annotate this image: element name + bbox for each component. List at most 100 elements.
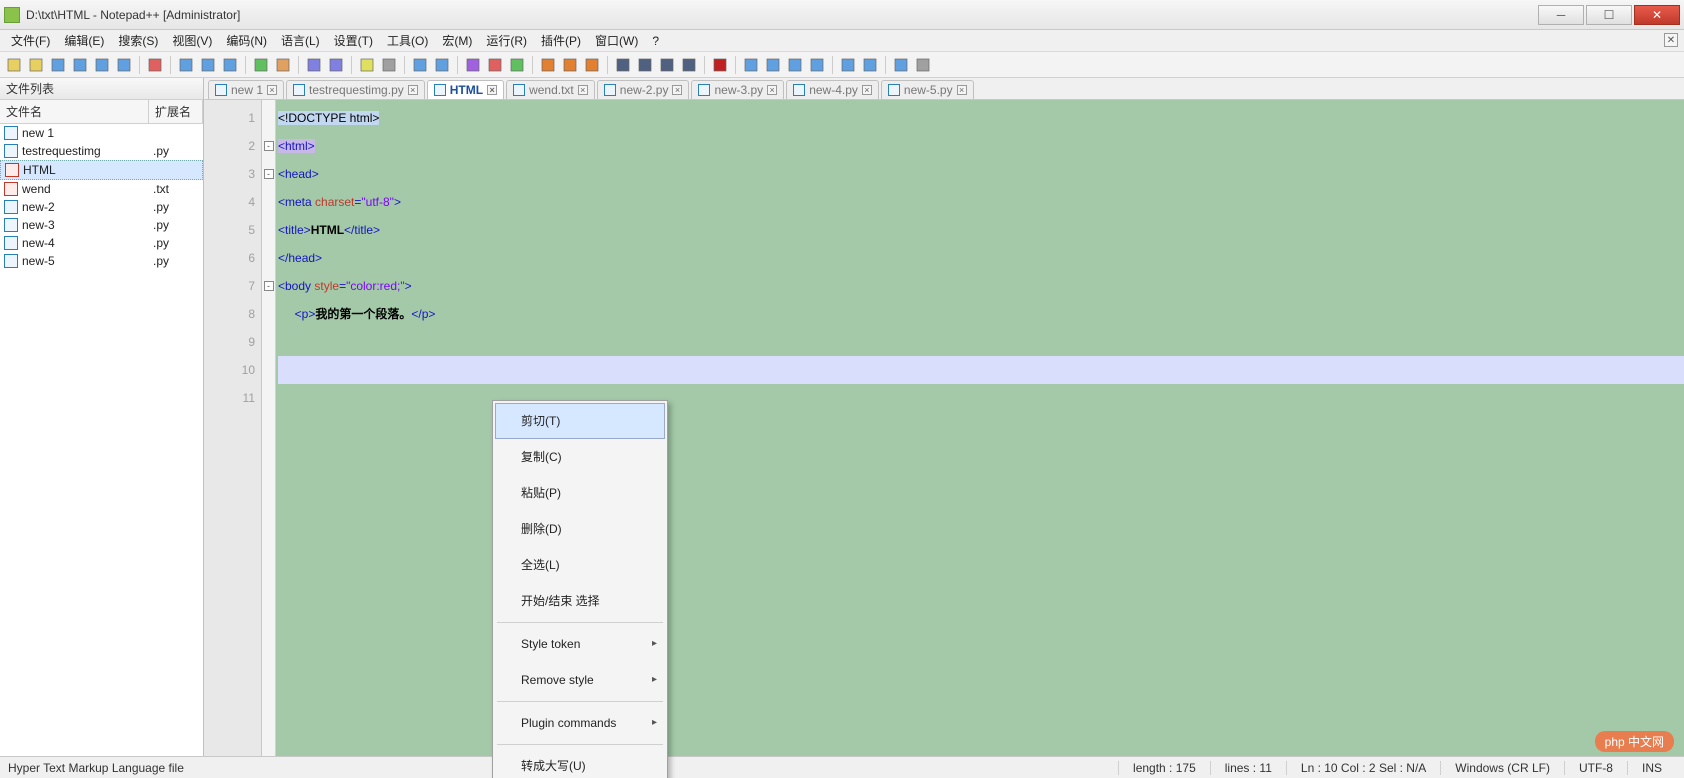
toolbar-button-5[interactable] — [114, 55, 134, 75]
code-area[interactable]: <!DOCTYPE html> <html> <head> <meta char… — [276, 100, 1684, 756]
menubar-close-icon[interactable]: ✕ — [1664, 33, 1678, 47]
sidebar-row[interactable]: new-3.py — [0, 216, 203, 234]
tab-close-icon[interactable]: × — [767, 85, 777, 95]
menu-item-10[interactable]: 插件(P) — [534, 30, 588, 51]
tab-close-icon[interactable]: × — [487, 85, 497, 95]
toolbar-button-20[interactable] — [379, 55, 399, 75]
menu-item-12[interactable]: ? — [645, 32, 666, 50]
tab-close-icon[interactable]: × — [408, 85, 418, 95]
tab-close-icon[interactable]: × — [578, 85, 588, 95]
editor-tab[interactable]: new-5.py× — [881, 80, 974, 99]
sidebar-row[interactable]: new-2.py — [0, 198, 203, 216]
toolbar-button-25[interactable] — [463, 55, 483, 75]
toolbar-button-43[interactable] — [807, 55, 827, 75]
editor-tab[interactable]: new 1× — [208, 80, 284, 99]
sidebar-row[interactable]: wend.txt — [0, 180, 203, 198]
tab-close-icon[interactable]: × — [267, 85, 277, 95]
context-menu-item[interactable]: Plugin commands — [495, 705, 665, 741]
toolbar-button-13[interactable] — [251, 55, 271, 75]
menu-item-4[interactable]: 编码(N) — [219, 30, 274, 51]
toolbar-button-33[interactable] — [613, 55, 633, 75]
toolbar-button-26[interactable] — [485, 55, 505, 75]
menu-item-11[interactable]: 窗口(W) — [588, 30, 645, 51]
toolbar-button-10[interactable] — [198, 55, 218, 75]
toolbar-button-3[interactable] — [70, 55, 90, 75]
fold-toggle-icon[interactable]: - — [264, 169, 274, 179]
status-mode[interactable]: INS — [1627, 761, 1676, 775]
toolbar-button-1[interactable] — [26, 55, 46, 75]
context-menu-item[interactable]: 粘贴(P) — [495, 475, 665, 511]
context-menu-item[interactable]: 转成大写(U) — [495, 748, 665, 778]
toolbar-button-34[interactable] — [635, 55, 655, 75]
toolbar-button-30[interactable] — [560, 55, 580, 75]
tab-close-icon[interactable]: × — [957, 85, 967, 95]
toolbar-button-22[interactable] — [410, 55, 430, 75]
sidebar-col-ext[interactable]: 扩展名 — [149, 100, 203, 123]
toolbar-button-46[interactable] — [860, 55, 880, 75]
editor-tab[interactable]: testrequestimg.py× — [286, 80, 425, 99]
menu-item-9[interactable]: 运行(R) — [479, 30, 534, 51]
menu-item-1[interactable]: 编辑(E) — [57, 30, 111, 51]
editor-tab[interactable]: new-3.py× — [691, 80, 784, 99]
toolbar-button-16[interactable] — [304, 55, 324, 75]
code-l6: </head> — [278, 251, 322, 265]
context-menu-item[interactable]: Remove style — [495, 662, 665, 698]
maximize-button[interactable]: ☐ — [1586, 5, 1632, 25]
context-menu-item[interactable]: Style token — [495, 626, 665, 662]
content-area: 文件列表 文件名 扩展名 new 1testrequestimg.pyHTMLw… — [0, 78, 1684, 756]
toolbar-button-7[interactable] — [145, 55, 165, 75]
context-menu-item[interactable]: 删除(D) — [495, 511, 665, 547]
tab-close-icon[interactable]: × — [672, 85, 682, 95]
toolbar-button-48[interactable] — [891, 55, 911, 75]
toolbar-button-19[interactable] — [357, 55, 377, 75]
menu-item-8[interactable]: 宏(M) — [435, 30, 479, 51]
toolbar-button-36[interactable] — [679, 55, 699, 75]
toolbar-button-27[interactable] — [507, 55, 527, 75]
toolbar-button-11[interactable] — [220, 55, 240, 75]
minimize-button[interactable]: ─ — [1538, 5, 1584, 25]
editor-tab[interactable]: new-2.py× — [597, 80, 690, 99]
menu-item-3[interactable]: 视图(V) — [165, 30, 219, 51]
sidebar-row[interactable]: HTML — [0, 160, 203, 180]
editor[interactable]: 1234567891011 --- <!DOCTYPE html> <html>… — [204, 100, 1684, 756]
toolbar-button-41[interactable] — [763, 55, 783, 75]
sidebar-col-name[interactable]: 文件名 — [0, 100, 149, 123]
context-menu-item[interactable]: 开始/结束 选择 — [495, 583, 665, 619]
menu-item-2[interactable]: 搜索(S) — [111, 30, 165, 51]
context-menu-item[interactable]: 全选(L) — [495, 547, 665, 583]
toolbar-button-35[interactable] — [657, 55, 677, 75]
editor-tab[interactable]: wend.txt× — [506, 80, 595, 99]
sidebar-row[interactable]: new-4.py — [0, 234, 203, 252]
status-encoding[interactable]: UTF-8 — [1564, 761, 1627, 775]
fold-toggle-icon[interactable]: - — [264, 141, 274, 151]
sidebar-row[interactable]: testrequestimg.py — [0, 142, 203, 160]
toolbar-button-31[interactable] — [582, 55, 602, 75]
toolbar-button-4[interactable] — [92, 55, 112, 75]
toolbar-button-9[interactable] — [176, 55, 196, 75]
menu-item-6[interactable]: 设置(T) — [327, 30, 380, 51]
toolbar-button-38[interactable] — [710, 55, 730, 75]
sidebar-row[interactable]: new-5.py — [0, 252, 203, 270]
editor-tab[interactable]: new-4.py× — [786, 80, 879, 99]
toolbar-button-17[interactable] — [326, 55, 346, 75]
context-menu-item[interactable]: 剪切(T) — [495, 403, 665, 439]
editor-tab[interactable]: HTML× — [427, 80, 504, 99]
toolbar-button-29[interactable] — [538, 55, 558, 75]
tab-close-icon[interactable]: × — [862, 85, 872, 95]
toolbar-button-42[interactable] — [785, 55, 805, 75]
toolbar-button-49[interactable] — [913, 55, 933, 75]
toolbar-button-45[interactable] — [838, 55, 858, 75]
toolbar-button-2[interactable] — [48, 55, 68, 75]
fold-toggle-icon[interactable]: - — [264, 281, 274, 291]
toolbar-button-14[interactable] — [273, 55, 293, 75]
toolbar-button-23[interactable] — [432, 55, 452, 75]
menu-item-0[interactable]: 文件(F) — [4, 30, 57, 51]
menu-item-5[interactable]: 语言(L) — [274, 30, 327, 51]
sidebar-row[interactable]: new 1 — [0, 124, 203, 142]
menu-item-7[interactable]: 工具(O) — [380, 30, 435, 51]
close-button[interactable]: ✕ — [1634, 5, 1680, 25]
context-menu-item[interactable]: 复制(C) — [495, 439, 665, 475]
toolbar-button-0[interactable] — [4, 55, 24, 75]
toolbar-button-40[interactable] — [741, 55, 761, 75]
status-eol[interactable]: Windows (CR LF) — [1440, 761, 1564, 775]
